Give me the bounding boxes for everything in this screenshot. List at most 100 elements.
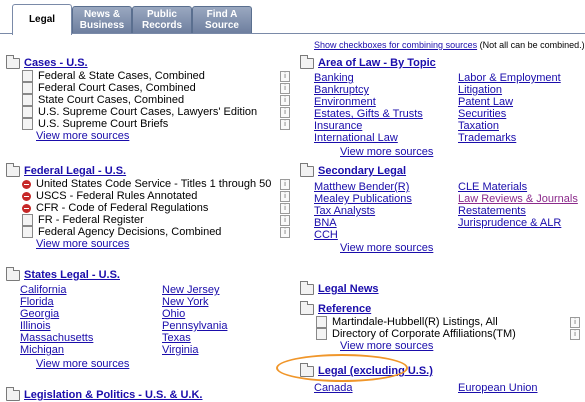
topic-link[interactable]: Securities	[458, 108, 506, 120]
topic-link[interactable]: Insurance	[314, 120, 362, 132]
section-header[interactable]: Legal News	[300, 280, 582, 296]
section-secondary-legal: Secondary Legal Matthew Bender(R) Mealey…	[300, 162, 582, 254]
section-header[interactable]: Cases - U.S.	[6, 54, 296, 70]
view-more-link[interactable]: View more sources	[6, 358, 296, 370]
section-reference: Reference Martindale-Hubbell(R) Listings…	[300, 300, 582, 352]
country-link[interactable]: European Union	[458, 382, 538, 394]
state-link[interactable]: Massachusetts	[20, 332, 93, 344]
document-icon	[316, 328, 327, 340]
topic-link[interactable]: Taxation	[458, 120, 499, 132]
source-row[interactable]: Federal Court Cases, Combined i	[6, 82, 296, 94]
source-row[interactable]: USCS - Federal Rules Annotated i	[6, 190, 296, 202]
tab-legal-label: Legal	[28, 14, 56, 25]
state-link[interactable]: New York	[162, 296, 208, 308]
source-row[interactable]: Federal & State Cases, Combined i	[6, 70, 296, 82]
section-federal-legal: Federal Legal - U.S. United States Code …	[6, 162, 296, 250]
source-label: Federal Court Cases, Combined	[38, 82, 196, 94]
secondary-link[interactable]: CLE Materials	[458, 181, 527, 193]
state-link[interactable]: Ohio	[162, 308, 185, 320]
secondary-links: Matthew Bender(R) Mealey Publications Ta…	[300, 178, 582, 241]
topic-link[interactable]: Bankruptcy	[314, 84, 369, 96]
secondary-link[interactable]: BNA	[314, 217, 337, 229]
show-checkboxes-link[interactable]: Show checkboxes for combining sources	[314, 40, 477, 50]
topic-link[interactable]: International Law	[314, 132, 398, 144]
info-icon[interactable]: i	[280, 227, 290, 238]
info-icon[interactable]: i	[280, 191, 290, 202]
section-header[interactable]: Area of Law - By Topic	[300, 54, 582, 70]
secondary-link[interactable]: Law Reviews & Journals	[458, 193, 578, 205]
section-header[interactable]: Federal Legal - U.S.	[6, 162, 296, 178]
topic-link[interactable]: Labor & Employment	[458, 72, 561, 84]
info-icon[interactable]: i	[570, 329, 580, 340]
topic-links: Banking Bankruptcy Environment Estates, …	[300, 70, 582, 146]
secondary-link[interactable]: Tax Analysts	[314, 205, 375, 217]
section-header[interactable]: Reference	[300, 300, 582, 316]
source-row[interactable]: Martindale-Hubbell(R) Listings, All i	[300, 316, 582, 328]
section-title: Cases - U.S.	[24, 57, 88, 69]
state-link[interactable]: New Jersey	[162, 284, 219, 296]
state-link[interactable]: Georgia	[20, 308, 59, 320]
source-row[interactable]: United States Code Service - Titles 1 th…	[6, 178, 296, 190]
info-icon[interactable]: i	[280, 179, 290, 190]
secondary-link[interactable]: Restatements	[458, 205, 526, 217]
source-label: Directory of Corporate Affiliations(TM)	[332, 328, 516, 340]
section-header[interactable]: Secondary Legal	[300, 162, 582, 178]
source-row[interactable]: Directory of Corporate Affiliations(TM) …	[300, 328, 582, 340]
tab-news-business[interactable]: News & Business	[72, 6, 132, 33]
topic-link[interactable]: Environment	[314, 96, 376, 108]
document-icon	[22, 118, 33, 130]
topic-link[interactable]: Banking	[314, 72, 354, 84]
section-header[interactable]: Legal (excluding U.S.)	[300, 362, 582, 378]
info-icon[interactable]: i	[280, 203, 290, 214]
state-link[interactable]: Illinois	[20, 320, 51, 332]
view-more-link[interactable]: View more sources	[300, 242, 582, 254]
document-icon	[22, 70, 33, 82]
book-icon	[22, 191, 31, 201]
info-icon[interactable]: i	[280, 119, 290, 130]
source-row[interactable]: FR - Federal Register i	[6, 214, 296, 226]
document-icon	[22, 226, 33, 238]
tab-news-business-label: News & Business	[79, 9, 125, 31]
section-header[interactable]: States Legal - U.S.	[6, 266, 296, 282]
view-more-link[interactable]: View more sources	[6, 130, 296, 142]
tab-legal[interactable]: Legal	[12, 4, 72, 35]
info-icon[interactable]: i	[280, 71, 290, 82]
secondary-link[interactable]: Matthew Bender(R)	[314, 181, 409, 193]
info-icon[interactable]: i	[570, 317, 580, 328]
section-title: States Legal - U.S.	[24, 269, 120, 281]
topic-link[interactable]: Estates, Gifts & Trusts	[314, 108, 423, 120]
state-link[interactable]: Florida	[20, 296, 54, 308]
source-row[interactable]: Federal Agency Decisions, Combined i	[6, 226, 296, 238]
source-label: State Court Cases, Combined	[38, 94, 185, 106]
state-link[interactable]: Michigan	[20, 344, 64, 356]
state-link[interactable]: California	[20, 284, 66, 296]
state-link[interactable]: Virginia	[162, 344, 199, 356]
topic-link[interactable]: Trademarks	[458, 132, 516, 144]
topic-link[interactable]: Patent Law	[458, 96, 513, 108]
source-label: CFR - Code of Federal Regulations	[36, 202, 209, 214]
section-header[interactable]: Legislation & Politics - U.S. & U.K.	[6, 386, 296, 402]
section-legal-non-us: Legal (excluding U.S.) Canada European U…	[300, 362, 582, 394]
source-row[interactable]: CFR - Code of Federal Regulations i	[6, 202, 296, 214]
info-icon[interactable]: i	[280, 95, 290, 106]
secondary-link[interactable]: Jurisprudence & ALR	[458, 217, 561, 229]
state-link[interactable]: Pennsylvania	[162, 320, 227, 332]
source-row[interactable]: U.S. Supreme Court Cases, Lawyers' Editi…	[6, 106, 296, 118]
info-icon[interactable]: i	[280, 83, 290, 94]
tab-find-a-source[interactable]: Find A Source	[192, 6, 252, 33]
topic-link[interactable]: Litigation	[458, 84, 502, 96]
country-link[interactable]: Canada	[314, 382, 353, 394]
secondary-link[interactable]: Mealey Publications	[314, 193, 412, 205]
info-icon[interactable]: i	[280, 107, 290, 118]
source-row[interactable]: U.S. Supreme Court Briefs i	[6, 118, 296, 130]
section-title: Legal (excluding U.S.)	[318, 365, 433, 377]
secondary-link[interactable]: CCH	[314, 229, 338, 241]
tab-public-records[interactable]: Public Records	[132, 6, 192, 33]
view-more-link[interactable]: View more sources	[6, 238, 296, 250]
info-icon[interactable]: i	[280, 215, 290, 226]
folder-icon	[300, 300, 314, 315]
source-row[interactable]: State Court Cases, Combined i	[6, 94, 296, 106]
state-link[interactable]: Texas	[162, 332, 191, 344]
view-more-link[interactable]: View more sources	[300, 146, 582, 158]
view-more-link[interactable]: View more sources	[300, 340, 582, 352]
